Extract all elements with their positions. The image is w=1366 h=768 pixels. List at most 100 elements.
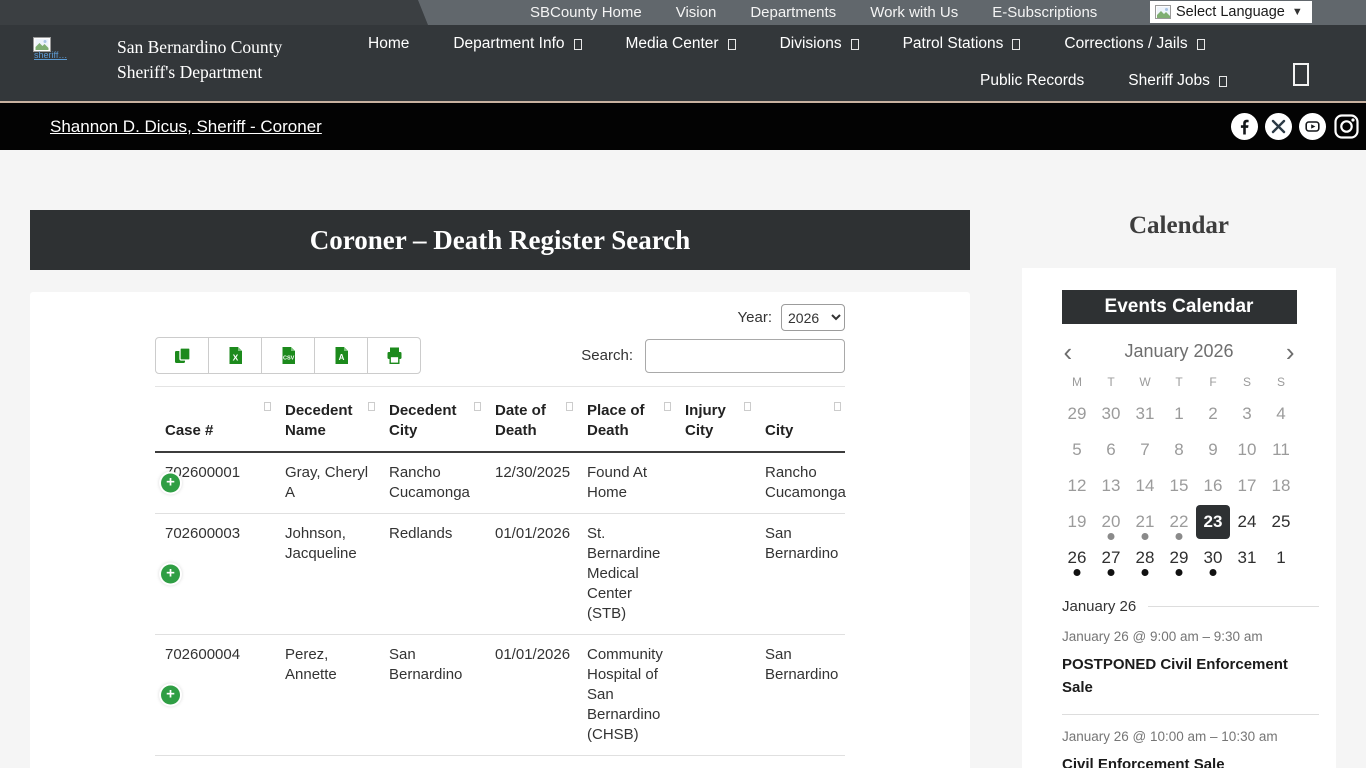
event-dot <box>1175 569 1183 576</box>
calendar-day-4[interactable]: 4 <box>1264 396 1298 432</box>
nav-item-patrol-stations[interactable]: Patrol Stations <box>903 35 1021 53</box>
calendar-day-29[interactable]: 29 <box>1060 396 1094 432</box>
event-day-heading-label: January 26 <box>1062 598 1137 615</box>
calendar-day-21[interactable]: 21 <box>1128 504 1162 540</box>
calendar-prev-icon[interactable]: ‹ <box>1062 339 1075 365</box>
cell-decedent-city: Rancho Cucamonga <box>379 452 485 514</box>
calendar-day-18[interactable]: 18 <box>1264 468 1298 504</box>
cell-date-of-death: 01/01/2026 <box>485 755 577 768</box>
nav-item-media-center[interactable]: Media Center <box>626 35 736 53</box>
calendar-day-26[interactable]: 26 <box>1060 540 1094 576</box>
calendar-day-1[interactable]: 1 <box>1264 540 1298 576</box>
calendar-day-24[interactable]: 24 <box>1230 504 1264 540</box>
utility-link-work-with-us[interactable]: Work with Us <box>870 4 958 21</box>
calendar-next-icon[interactable]: › <box>1284 339 1297 365</box>
events-calendar-title: Events Calendar <box>1061 290 1297 324</box>
dropdown-indicator-icon <box>1196 38 1205 50</box>
instagram-icon[interactable] <box>1333 113 1360 140</box>
calendar-day-10[interactable]: 10 <box>1230 432 1264 468</box>
expand-row-button[interactable]: + <box>161 564 180 584</box>
nav-item-sheriff-jobs[interactable]: Sheriff Jobs <box>1128 72 1227 90</box>
export-csv-button[interactable]: CSV <box>261 337 315 374</box>
nav-item-public-records[interactable]: Public Records <box>980 72 1084 90</box>
export-print-button[interactable] <box>367 337 421 374</box>
utility-links: SBCounty Home Vision Departments Work with … <box>530 0 1097 25</box>
column-header-city[interactable]: City <box>755 386 845 453</box>
calendar-day-6[interactable]: 6 <box>1094 432 1128 468</box>
cell-decedent-city: Redlands <box>379 513 485 635</box>
column-header-date-of-death[interactable]: Date of Death <box>485 386 577 453</box>
calendar-day-29[interactable]: 29 <box>1162 540 1196 576</box>
search-input[interactable] <box>645 338 845 373</box>
calendar-day-31[interactable]: 31 <box>1230 540 1264 576</box>
dropdown-indicator-icon <box>573 38 582 50</box>
utility-link-sbcounty-home[interactable]: SBCounty Home <box>530 4 642 21</box>
year-select[interactable]: 2026 <box>781 304 845 331</box>
sort-icon <box>264 402 271 411</box>
calendar-day-30[interactable]: 30 <box>1094 396 1128 432</box>
calendar-day-14[interactable]: 14 <box>1128 468 1162 504</box>
export-pdf-button[interactable]: A <box>314 337 368 374</box>
column-header-label: Date of Death <box>495 402 546 439</box>
column-header-decedent-city[interactable]: Decedent City <box>379 386 485 453</box>
calendar-day-9[interactable]: 9 <box>1196 432 1230 468</box>
excel-icon: X <box>229 347 242 364</box>
events-list: January 26 January 26 @ 9:00 am – 9:30 am… <box>1062 598 1319 768</box>
x-twitter-icon[interactable] <box>1265 113 1292 140</box>
svg-text:X: X <box>232 353 238 363</box>
event-dot <box>1141 569 1149 576</box>
case-number: 702600004 <box>165 646 241 663</box>
calendar-grid: 29 30 31 1 2 3 4 5 6 7 8 9 10 11 12 13 14 15 16 17 18 19 20 21 2… <box>1060 396 1298 576</box>
nav-item-divisions[interactable]: Divisions <box>780 35 859 53</box>
language-selector[interactable]: Select Language ▼ <box>1150 1 1312 23</box>
calendar-day-17[interactable]: 17 <box>1230 468 1264 504</box>
utility-link-e-subscriptions[interactable]: E-Subscriptions <box>992 4 1097 21</box>
calendar-day-1[interactable]: 1 <box>1162 396 1196 432</box>
breadcrumb-link[interactable]: Shannon D. Dicus, Sheriff - Coroner <box>50 117 322 137</box>
calendar-day-15[interactable]: 15 <box>1162 468 1196 504</box>
nav-item-department-info[interactable]: Department Info <box>453 35 582 53</box>
calendar-day-28[interactable]: 28 <box>1128 540 1162 576</box>
expand-row-button[interactable]: + <box>161 685 180 705</box>
column-header-decedent-name[interactable]: Decedent Name <box>275 386 379 453</box>
calendar-day-31[interactable]: 31 <box>1128 396 1162 432</box>
calendar-day-27[interactable]: 27 <box>1094 540 1128 576</box>
column-header-place-of-death[interactable]: Place of Death <box>577 386 675 453</box>
utility-link-departments[interactable]: Departments <box>750 4 836 21</box>
calendar-day-20[interactable]: 20 <box>1094 504 1128 540</box>
calendar-day-13[interactable]: 13 <box>1094 468 1128 504</box>
calendar-day-12[interactable]: 12 <box>1060 468 1094 504</box>
year-label: Year: <box>737 309 772 326</box>
calendar-day-8[interactable]: 8 <box>1162 432 1196 468</box>
event-title-link[interactable]: Civil Enforcement Sale <box>1062 753 1319 768</box>
calendar-day-3[interactable]: 3 <box>1230 396 1264 432</box>
calendar-day-11[interactable]: 11 <box>1264 432 1298 468</box>
column-header-injury-city[interactable]: Injury City <box>675 386 755 453</box>
calendar-day-23[interactable]: 23 <box>1196 504 1230 540</box>
export-excel-button[interactable]: X <box>208 337 262 374</box>
column-header-case[interactable]: Case # <box>155 386 275 453</box>
calendar-day-25[interactable]: 25 <box>1264 504 1298 540</box>
utility-link-vision[interactable]: Vision <box>676 4 717 21</box>
calendar-day-5[interactable]: 5 <box>1060 432 1094 468</box>
youtube-icon[interactable] <box>1299 113 1326 140</box>
calendar-day-30[interactable]: 30 <box>1196 540 1230 576</box>
expand-row-button[interactable]: + <box>161 473 180 493</box>
calendar-day-19[interactable]: 19 <box>1060 504 1094 540</box>
export-copy-button[interactable] <box>155 337 209 374</box>
calendar-day-2[interactable]: 2 <box>1196 396 1230 432</box>
nav-item-home[interactable]: Home <box>368 35 409 53</box>
facebook-icon[interactable] <box>1231 113 1258 140</box>
calendar-day-16[interactable]: 16 <box>1196 468 1230 504</box>
nav-item-corrections-jails[interactable]: Corrections / Jails <box>1064 35 1205 53</box>
brand[interactable]: sheriff… San Bernardino County Sheriff's… <box>33 33 282 85</box>
event-day-heading: January 26 <box>1062 598 1319 615</box>
calendar-day-7[interactable]: 7 <box>1128 432 1162 468</box>
cell-place-of-death: Loma Linda University <box>577 755 675 768</box>
calendar-day-22[interactable]: 22 <box>1162 504 1196 540</box>
search-icon[interactable] <box>1293 63 1309 86</box>
death-register-table: Case # Decedent Name Decedent City Date of … <box>155 386 846 768</box>
event-title-link[interactable]: POSTPONED Civil Enforcement Sale <box>1062 653 1319 699</box>
selected-day: 23 <box>1196 505 1230 539</box>
death-register-card: Year: 2026 X CSV A Search: Case # Decedent … <box>30 292 970 768</box>
